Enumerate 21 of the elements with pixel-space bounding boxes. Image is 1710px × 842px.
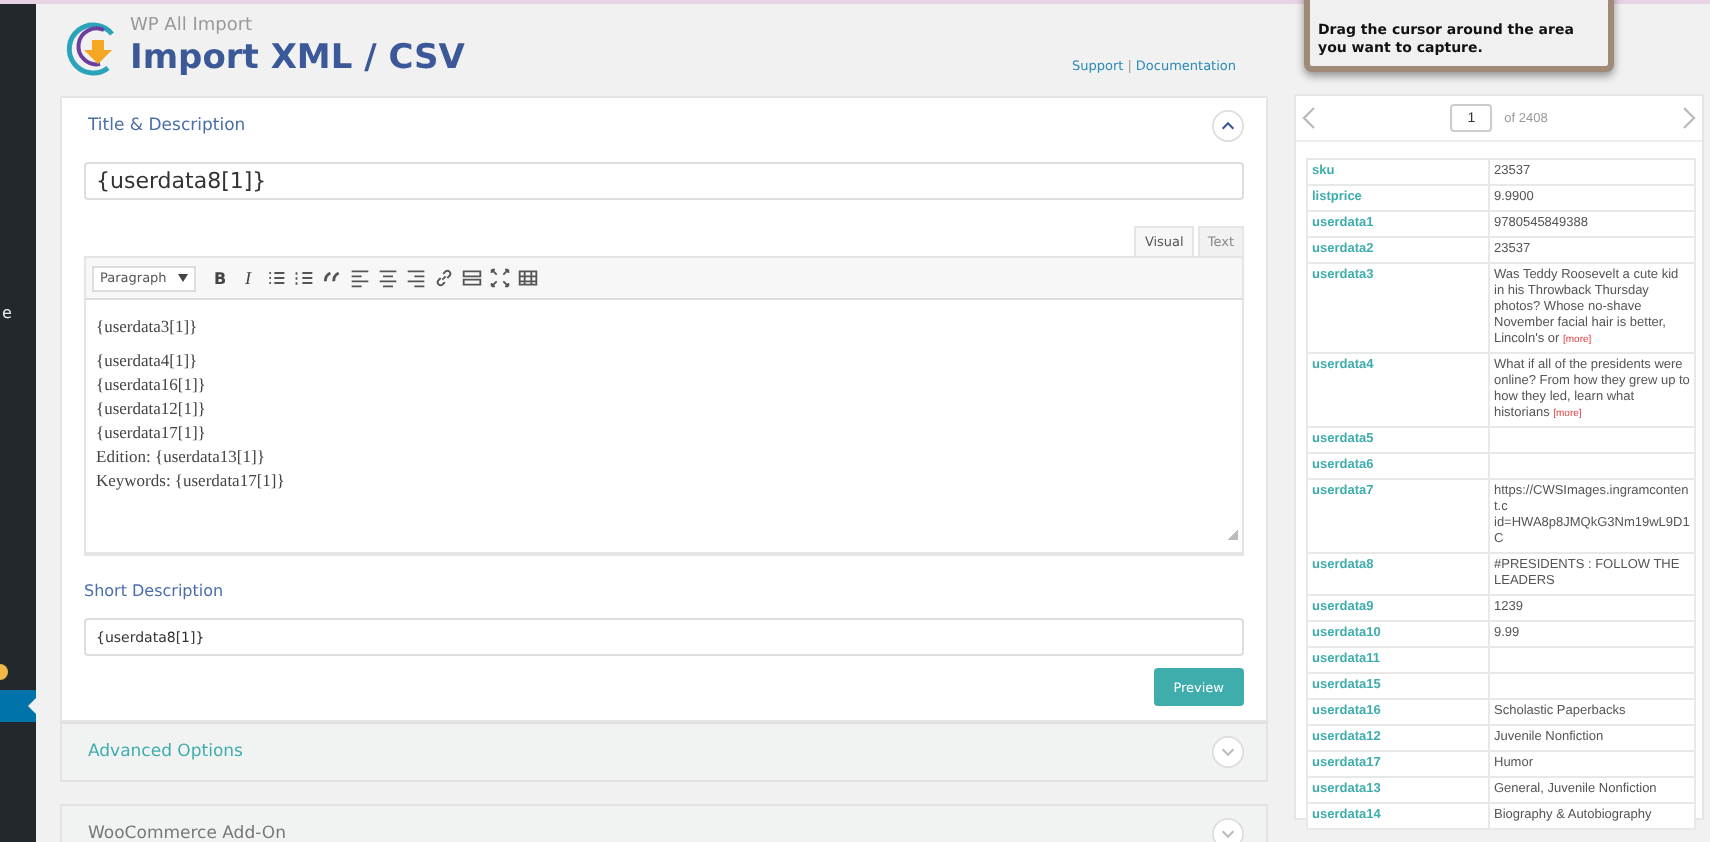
align-center-icon[interactable] xyxy=(378,268,398,288)
toolbar-toggle-icon[interactable] xyxy=(518,268,538,288)
field-label: Short Description xyxy=(84,582,226,600)
page-title: Import XML / CSV xyxy=(130,38,465,78)
italic-button[interactable]: I xyxy=(236,266,260,290)
section-title[interactable]: Title & Description xyxy=(88,116,246,136)
read-more-icon[interactable] xyxy=(462,268,482,288)
title-field[interactable]: {userdata8[1]} xyxy=(84,162,1244,200)
sidebar-item[interactable] xyxy=(0,690,36,722)
bullet-list-icon[interactable] xyxy=(266,268,286,288)
caret-icon xyxy=(178,274,188,282)
sidebar-label[interactable]: e xyxy=(2,304,12,322)
app-name: WP All Import xyxy=(130,16,255,38)
bold-button[interactable]: B xyxy=(208,266,232,290)
fullscreen-icon[interactable] xyxy=(490,268,510,288)
numbered-list-icon[interactable] xyxy=(294,268,314,288)
link-icon[interactable] xyxy=(434,268,454,288)
collapse-button[interactable] xyxy=(1212,110,1244,142)
align-right-icon[interactable] xyxy=(406,268,426,288)
section-title[interactable]: WooCommerce Add-On xyxy=(88,824,286,842)
align-left-icon[interactable] xyxy=(350,268,370,288)
